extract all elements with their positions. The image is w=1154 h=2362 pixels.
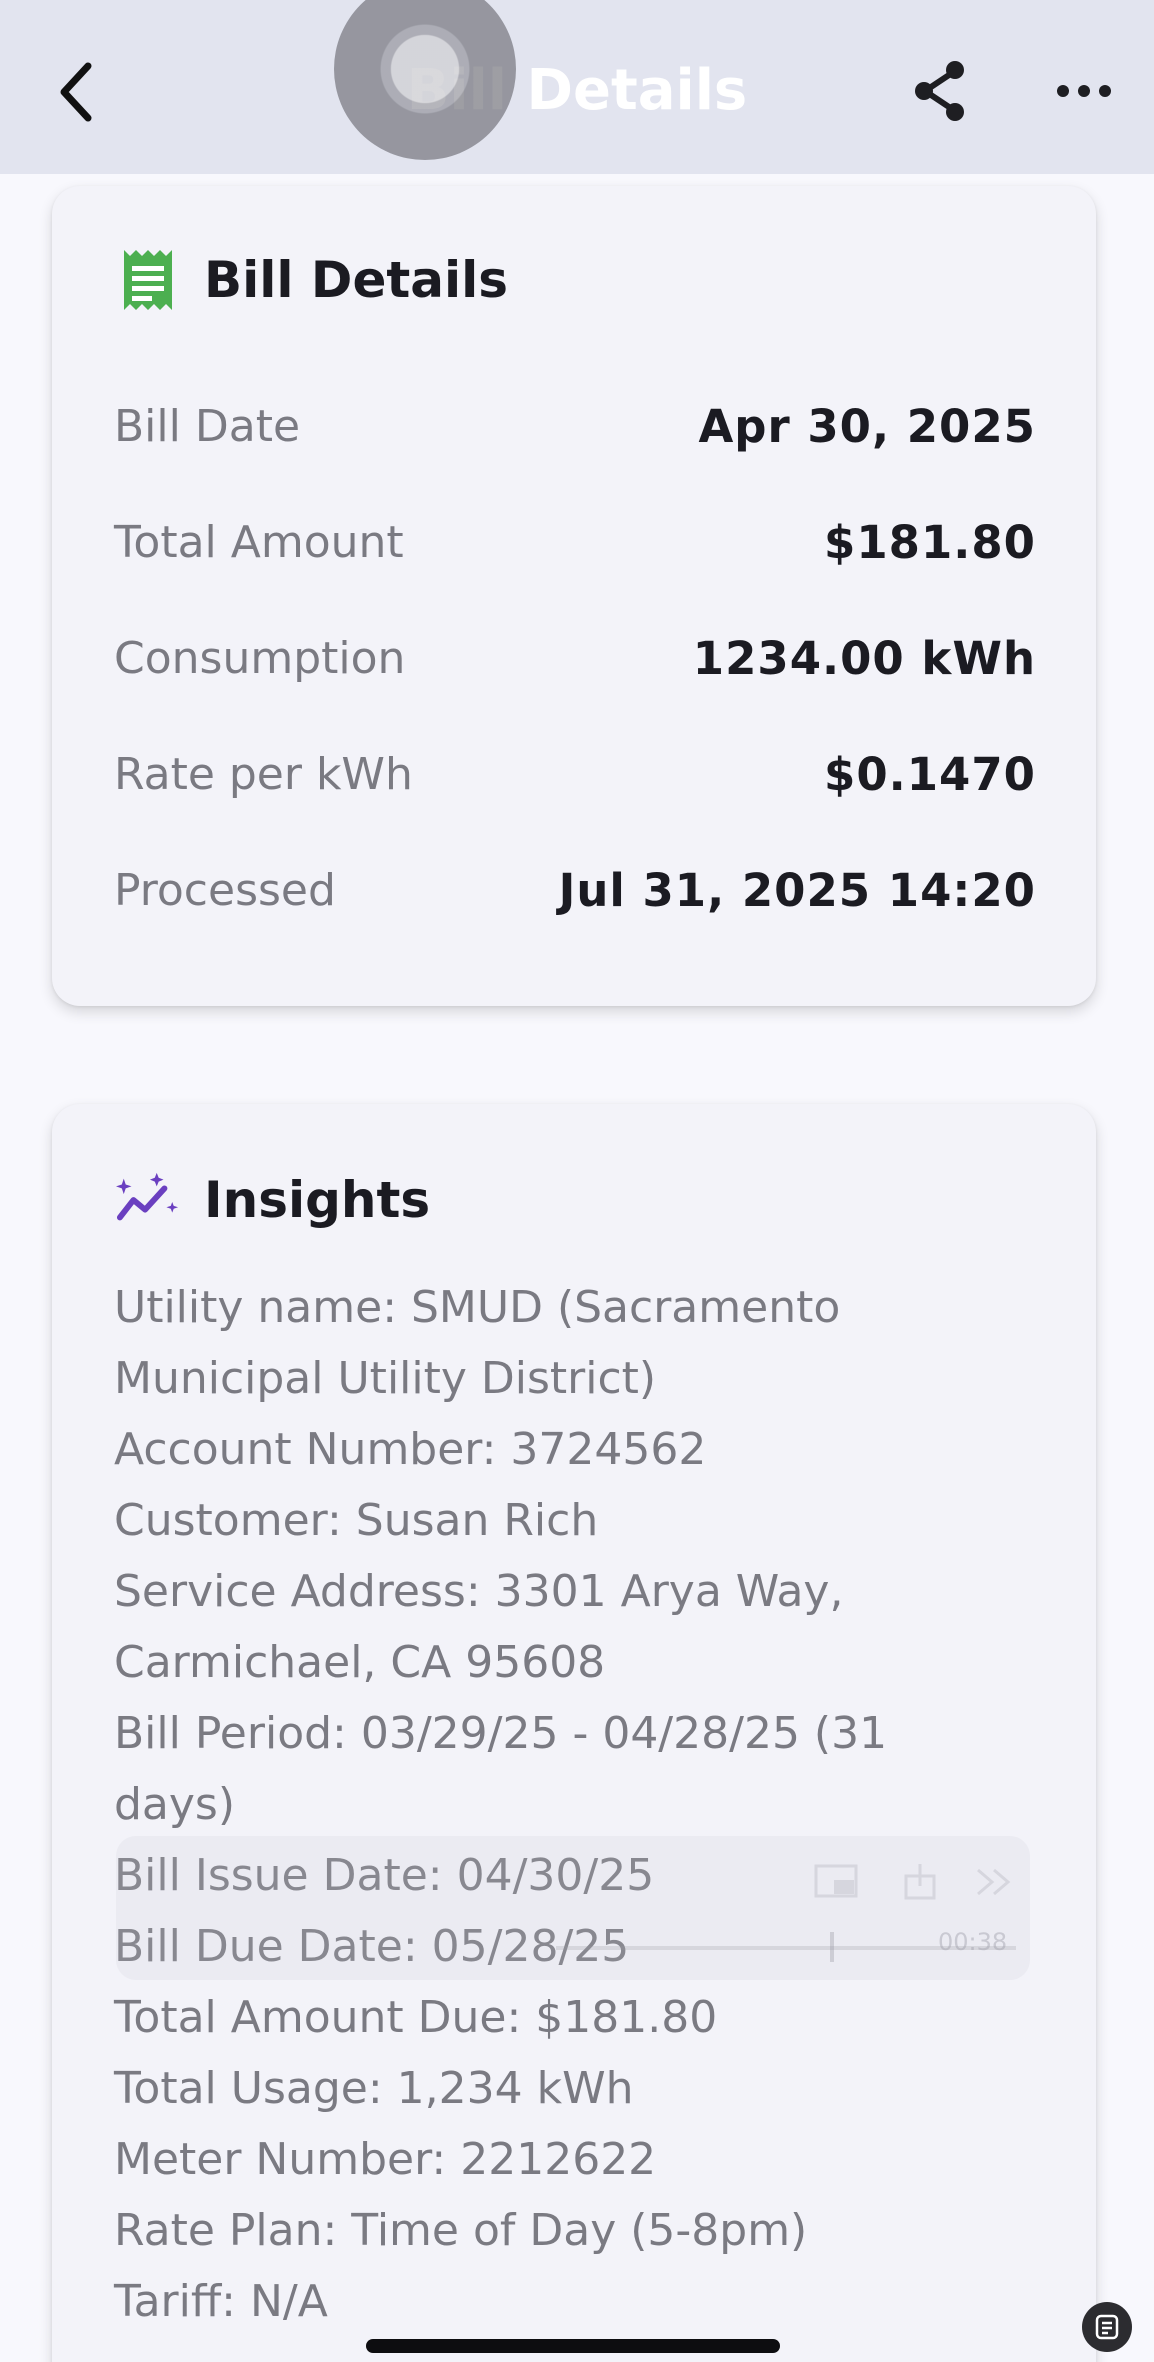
card-header: Bill Details bbox=[116, 240, 1036, 320]
share-icon bbox=[915, 61, 964, 121]
insight-line: Account Number: 3724562 bbox=[114, 1424, 707, 1475]
detail-row-total-amount: Total Amount $181.80 bbox=[114, 512, 1036, 572]
detail-label: Consumption bbox=[114, 632, 406, 684]
bill-details-card: Bill Details Bill Date Apr 30, 2025 Tota… bbox=[52, 186, 1096, 1006]
insights-body: Utility name: SMUD (Sacramento Municipal… bbox=[114, 1272, 974, 2337]
forward-icon[interactable] bbox=[972, 1864, 1016, 1900]
touch-indicator bbox=[334, 0, 516, 160]
video-time: 00:38 bbox=[938, 1928, 1008, 1956]
detail-value: Apr 30, 2025 bbox=[698, 399, 1036, 453]
navigation-bar: Bill Details bbox=[0, 0, 1154, 174]
insight-line: Service Address: 3301 Arya Way, bbox=[114, 1566, 844, 1617]
picture-in-picture-icon[interactable] bbox=[814, 1864, 858, 1900]
card-title: Insights bbox=[204, 1171, 431, 1229]
detail-value: 1234.00 kWh bbox=[692, 631, 1036, 685]
insight-line: days) bbox=[114, 1779, 236, 1830]
card-header: Insights bbox=[116, 1160, 1036, 1240]
detail-row-processed: Processed Jul 31, 2025 14:20 bbox=[114, 860, 1036, 920]
card-title: Bill Details bbox=[204, 251, 509, 309]
share-button[interactable] bbox=[902, 52, 980, 130]
detail-label: Total Amount bbox=[114, 516, 404, 568]
page-title: Bill Details bbox=[406, 58, 748, 123]
detail-label: Processed bbox=[114, 864, 336, 916]
detail-row-bill-date: Bill Date Apr 30, 2025 bbox=[114, 396, 1036, 456]
video-player-overlay[interactable]: 00:38 bbox=[116, 1836, 1030, 1980]
insight-line: Rate Plan: Time of Day (5-8pm) bbox=[114, 2205, 808, 2256]
detail-row-rate-per-kwh: Rate per kWh $0.1470 bbox=[114, 744, 1036, 804]
detail-label: Bill Date bbox=[114, 400, 301, 452]
receipt-icon bbox=[116, 248, 180, 312]
detail-row-consumption: Consumption 1234.00 kWh bbox=[114, 628, 1036, 688]
back-button[interactable] bbox=[40, 50, 112, 134]
insight-line: Customer: Susan Rich bbox=[114, 1495, 599, 1546]
share-icon[interactable] bbox=[898, 1864, 942, 1900]
chevron-left-icon bbox=[60, 62, 92, 122]
sparkle-chart-icon bbox=[116, 1168, 180, 1232]
insight-line: Total Usage: 1,234 kWh bbox=[114, 2063, 634, 2114]
insight-line: Carmichael, CA 95608 bbox=[114, 1637, 606, 1688]
insight-line: Bill Period: 03/29/25 - 04/28/25 (31 bbox=[114, 1708, 888, 1759]
more-horizontal-icon bbox=[1057, 85, 1111, 97]
bill-details-screen: Bill Details Bill Details Bill Date Apr … bbox=[0, 0, 1154, 2362]
insight-line: Meter Number: 2212622 bbox=[114, 2134, 657, 2185]
insights-card: Insights Utility name: SMUD (Sacramento … bbox=[52, 1104, 1096, 2362]
detail-value: $181.80 bbox=[824, 515, 1036, 569]
detail-label: Rate per kWh bbox=[114, 748, 413, 800]
more-options-button[interactable] bbox=[1048, 52, 1120, 130]
video-progress-thumb[interactable] bbox=[830, 1932, 834, 1962]
screen-recorder-button[interactable] bbox=[1082, 2302, 1132, 2352]
detail-value: $0.1470 bbox=[824, 747, 1036, 801]
document-icon bbox=[1095, 2314, 1119, 2340]
home-indicator[interactable] bbox=[366, 2339, 780, 2353]
insight-line: Municipal Utility District) bbox=[114, 1353, 657, 1404]
insight-line: Tariff: N/A bbox=[114, 2276, 328, 2327]
detail-value: Jul 31, 2025 14:20 bbox=[558, 863, 1036, 917]
insight-line: Total Amount Due: $181.80 bbox=[114, 1992, 718, 2043]
insight-line: Utility name: SMUD (Sacramento bbox=[114, 1282, 841, 1333]
